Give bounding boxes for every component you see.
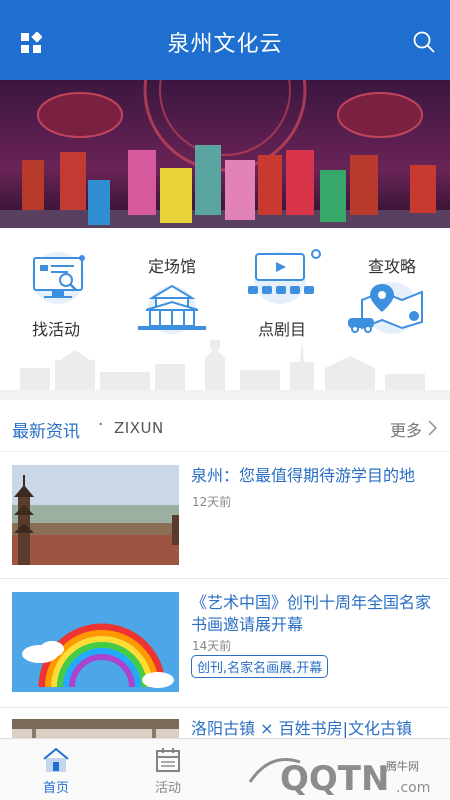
section-title: 最新资讯 xyxy=(12,422,80,442)
category-label: 查攻略 xyxy=(367,257,416,276)
news-section-header: 最新资讯 · ZIXUN 更多 xyxy=(0,400,450,452)
map-location-icon xyxy=(348,282,423,334)
news-thumbnail xyxy=(12,465,179,565)
tab-home[interactable]: 首页 xyxy=(0,739,112,800)
svg-text:腾牛网: 腾牛网 xyxy=(386,759,419,773)
svg-text:.com: .com xyxy=(396,780,430,796)
theater-screen-icon xyxy=(248,249,321,304)
monitor-search-icon xyxy=(32,252,85,304)
news-item[interactable]: 《艺术中国》创刊十周年全国名家书画邀请展开幕 14天前 创刊,名家名画展,开幕 xyxy=(0,580,450,708)
news-item[interactable]: 泉州：您最值得期待游学目的地 12天前 xyxy=(0,453,450,579)
news-title: 洛阳古镇 × 百姓书房|文化古镇 xyxy=(191,719,412,738)
search-icon[interactable] xyxy=(412,30,436,54)
news-tag: 创刊,名家名画展,开幕 xyxy=(191,655,329,678)
category-grid: 找活动 定场馆 点剧目 查攻略 xyxy=(0,228,450,390)
news-time: 12天前 xyxy=(192,495,232,509)
home-icon xyxy=(43,747,69,772)
news-title: 泉州：您最值得期待游学目的地 xyxy=(191,466,416,485)
category-label: 定场馆 xyxy=(147,257,196,276)
tab-label: 首页 xyxy=(42,781,69,796)
section-separator: · xyxy=(98,415,104,435)
more-link[interactable]: 更多 xyxy=(390,417,422,441)
app-title: 泉州文化云 xyxy=(167,32,283,57)
calendar-icon xyxy=(156,748,180,772)
svg-text:QQTN: QQTN xyxy=(280,759,389,799)
app-root: 泉州文化云 找活动 定场馆 点剧目 查攻略 最新资讯 · ZIXUN 更多 泉州… xyxy=(0,0,450,800)
top-bar: 泉州文化云 xyxy=(0,0,450,80)
watermark-logo: QQTN 腾牛网 .com xyxy=(230,742,450,800)
city-skyline-decoration xyxy=(20,338,425,390)
opera-stage-photo xyxy=(0,80,450,228)
tab-activities[interactable]: 活动 xyxy=(112,739,224,800)
banner-carousel[interactable] xyxy=(0,80,450,228)
section-subtitle: ZIXUN xyxy=(114,419,164,437)
news-time: 14天前 xyxy=(192,639,232,653)
news-title: 《艺术中国》创刊十周年全国名家书画邀请展开幕 xyxy=(191,593,432,634)
section-divider xyxy=(0,390,450,400)
temple-icon xyxy=(138,284,206,334)
news-thumbnail xyxy=(12,592,179,692)
tab-label: 活动 xyxy=(154,781,181,796)
chevron-right-icon[interactable] xyxy=(426,420,438,436)
